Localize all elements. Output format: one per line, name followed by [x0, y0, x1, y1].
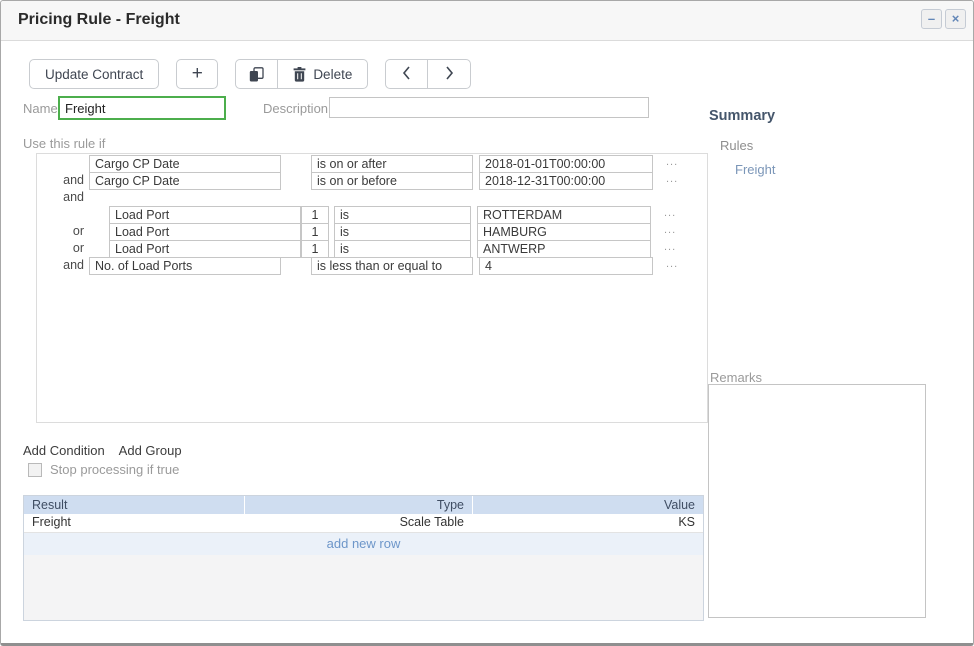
condition-operator[interactable]: is on or after [311, 155, 473, 173]
value-cell: KS [472, 514, 703, 532]
chevron-left-icon [402, 65, 411, 84]
result-cell: Freight [24, 514, 244, 532]
conditions-panel: Cargo CP Date is on or after 2018-01-01T… [36, 153, 708, 423]
remarks-textarea[interactable] [708, 384, 926, 618]
condition-more-button[interactable]: ... [664, 240, 676, 258]
update-contract-button[interactable]: Update Contract [29, 59, 159, 89]
table-row[interactable]: Freight Scale Table KS [24, 514, 703, 533]
condition-value[interactable]: ROTTERDAM [477, 206, 651, 224]
condition-field[interactable]: Cargo CP Date [89, 172, 281, 190]
column-header-result: Result [24, 496, 244, 514]
condition-more-button[interactable]: ... [664, 206, 676, 224]
description-input[interactable] [329, 97, 649, 118]
condition-connector-label: or [37, 223, 87, 241]
condition-connector-label [37, 155, 87, 173]
condition-operator[interactable]: is [334, 223, 471, 241]
condition-more-button[interactable]: ... [666, 172, 678, 190]
close-button[interactable]: × [945, 9, 966, 29]
add-condition-link[interactable]: Add Condition [23, 443, 105, 458]
condition-row: or Load Port 1 is ANTWERP ... [37, 240, 707, 258]
condition-connector-label: and [37, 172, 87, 190]
condition-connector-label: and [37, 189, 87, 207]
stop-processing-checkbox[interactable] [28, 463, 42, 477]
results-table: Result Type Value Freight Scale Table KS… [23, 495, 704, 621]
navigation-group [385, 59, 471, 89]
condition-operator[interactable]: is [334, 240, 471, 258]
window-controls: – × [921, 9, 966, 29]
condition-more-button[interactable]: ... [666, 257, 678, 275]
column-header-value: Value [472, 496, 703, 514]
name-input[interactable] [58, 96, 226, 120]
toolbar: Update Contract + Delete [29, 59, 471, 89]
add-new-row-link[interactable]: add new row [24, 533, 703, 555]
stop-processing-label: Stop processing if true [50, 462, 179, 477]
delete-button-label: Delete [313, 67, 352, 82]
summary-rule-link-freight[interactable]: Freight [735, 162, 775, 177]
condition-connector-label: and [37, 257, 87, 275]
delete-button[interactable]: Delete [278, 60, 367, 88]
next-rule-button[interactable] [428, 60, 470, 88]
condition-field[interactable]: Load Port [109, 223, 301, 241]
column-header-type: Type [244, 496, 472, 514]
copy-button[interactable] [236, 60, 278, 88]
type-cell: Scale Table [244, 514, 472, 532]
condition-field[interactable]: Cargo CP Date [89, 155, 281, 173]
condition-row: Cargo CP Date is on or after 2018-01-01T… [37, 155, 707, 173]
copy-icon [249, 67, 264, 82]
window-title: Pricing Rule - Freight [18, 11, 180, 29]
name-label: Name [23, 101, 58, 116]
condition-index[interactable]: 1 [301, 223, 329, 241]
results-table-header: Result Type Value [24, 496, 703, 514]
condition-index[interactable]: 1 [301, 240, 329, 258]
trash-icon [293, 67, 306, 82]
condition-value[interactable]: HAMBURG [477, 223, 651, 241]
condition-row: and No. of Load Ports is less than or eq… [37, 257, 707, 275]
add-group-link[interactable]: Add Group [119, 443, 182, 458]
condition-operator[interactable]: is less than or equal to [311, 257, 473, 275]
condition-field[interactable]: Load Port [109, 240, 301, 258]
copy-delete-group: Delete [235, 59, 368, 89]
condition-index[interactable]: 1 [301, 206, 329, 224]
condition-more-button[interactable]: ... [666, 155, 678, 173]
condition-value[interactable]: 2018-12-31T00:00:00 [479, 172, 653, 190]
chevron-right-icon [445, 65, 454, 84]
condition-row: and [37, 189, 707, 207]
summary-heading: Summary [709, 108, 775, 124]
description-label: Description [263, 101, 328, 116]
plus-icon: + [192, 63, 203, 85]
use-this-rule-if-label: Use this rule if [23, 136, 105, 151]
condition-row: Load Port 1 is ROTTERDAM ... [37, 206, 707, 224]
condition-field[interactable]: Load Port [109, 206, 301, 224]
close-icon: × [952, 11, 960, 26]
condition-connector-label: or [37, 240, 87, 258]
condition-operator[interactable]: is [334, 206, 471, 224]
minimize-button[interactable]: – [921, 9, 942, 29]
condition-connector-label [37, 206, 87, 224]
stop-processing-row: Stop processing if true [28, 462, 179, 477]
condition-value[interactable]: 2018-01-01T00:00:00 [479, 155, 653, 173]
add-rule-button[interactable]: + [176, 59, 218, 89]
remarks-label: Remarks [710, 370, 762, 385]
condition-value[interactable]: 4 [479, 257, 653, 275]
condition-more-button[interactable]: ... [664, 223, 676, 241]
summary-rules-label: Rules [720, 138, 753, 153]
pricing-rule-window: Pricing Rule - Freight – × Update Contra… [0, 0, 974, 646]
condition-operator[interactable]: is on or before [311, 172, 473, 190]
condition-value[interactable]: ANTWERP [477, 240, 651, 258]
condition-field[interactable]: No. of Load Ports [89, 257, 281, 275]
condition-row: and Cargo CP Date is on or before 2018-1… [37, 172, 707, 190]
condition-row: or Load Port 1 is HAMBURG ... [37, 223, 707, 241]
minimize-icon: – [928, 11, 935, 26]
titlebar: Pricing Rule - Freight – × [1, 1, 973, 41]
previous-rule-button[interactable] [386, 60, 428, 88]
condition-links: Add Condition Add Group [23, 443, 182, 458]
